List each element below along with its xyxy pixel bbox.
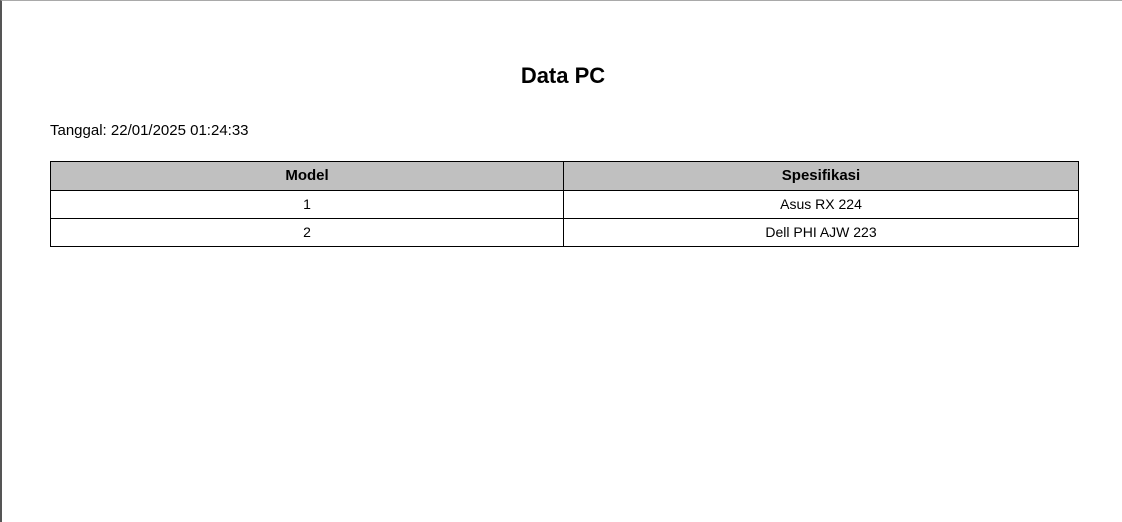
- document-page: Data PC Tanggal: 22/01/2025 01:24:33 Mod…: [0, 0, 1122, 522]
- page-title: Data PC: [520, 63, 606, 88]
- table-row: 2 Dell PHI AJW 223: [50, 218, 1079, 247]
- pc-data-table: Model Spesifikasi 1 Asus RX 224 2 Dell P…: [50, 161, 1079, 247]
- table-cell-model: 2: [50, 218, 564, 247]
- date-line: Tanggal: 22/01/2025 01:24:33: [50, 122, 249, 139]
- table-header-row: Model Spesifikasi: [50, 161, 1079, 191]
- table-cell-spesifikasi: Asus RX 224: [563, 190, 1079, 219]
- column-header-spesifikasi: Spesifikasi: [563, 161, 1079, 191]
- table-cell-spesifikasi: Dell PHI AJW 223: [563, 218, 1079, 247]
- table-cell-model: 1: [50, 190, 564, 219]
- table-row: 1 Asus RX 224: [50, 190, 1079, 219]
- column-header-model: Model: [50, 161, 564, 191]
